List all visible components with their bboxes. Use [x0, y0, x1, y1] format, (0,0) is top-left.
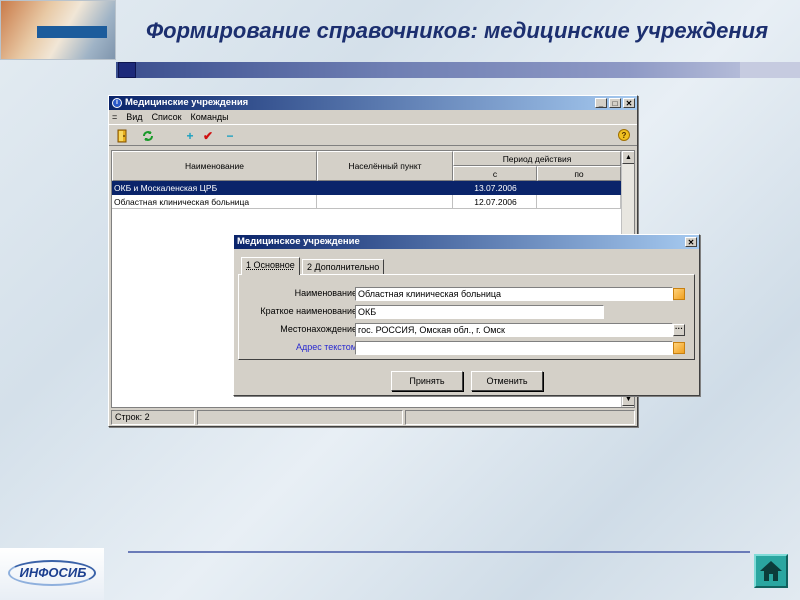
title-accent-bar-tail [740, 62, 800, 78]
address-text-field[interactable] [355, 341, 673, 355]
tab-basic[interactable]: 1 Основное [241, 257, 300, 275]
close-button[interactable]: ✕ [623, 98, 635, 108]
row-count-status: Строк: 2 [111, 410, 195, 425]
door-exit-icon[interactable] [115, 129, 129, 143]
dialog-title: Медицинское учреждение [237, 236, 360, 247]
tab-basic-label: 1 Основное [246, 260, 295, 270]
main-window-titlebar[interactable]: i Медицинские учреждения _ □ ✕ [109, 96, 637, 110]
column-header-name[interactable]: Наименование [112, 151, 317, 181]
status-panel-3 [405, 410, 635, 425]
scroll-up-button[interactable]: ▲ [622, 151, 634, 164]
name-field[interactable]: Областная клиническая больница [355, 287, 673, 301]
main-window-title: Медицинские учреждения [125, 97, 249, 108]
table-row[interactable]: ОКБ и Москаленская ЦРБ 13.07.2006 [112, 181, 621, 195]
institution-dialog: Медицинское учреждение ✕ 1 Основное 2 До… [233, 234, 700, 396]
logo-badge [37, 26, 107, 38]
tab-additional-label: 2 Дополнительно [307, 262, 380, 272]
location-field[interactable]: гос. РОССИЯ, Омская обл., г. Омск [355, 323, 673, 337]
slide-title: Формирование справочников: медицинские у… [146, 18, 769, 43]
column-header-locality[interactable]: Населённый пункт [317, 151, 453, 181]
refresh-icon[interactable] [141, 129, 155, 143]
footer-divider [128, 551, 750, 553]
dialog-titlebar[interactable]: Медицинское учреждение ✕ [234, 235, 699, 249]
logo-text: ИНФОСИБ [19, 565, 87, 580]
help-icon[interactable]: ? [617, 129, 631, 143]
accept-button[interactable]: Принять [391, 371, 463, 391]
cell-from: 13.07.2006 [453, 181, 537, 195]
maximize-button[interactable]: □ [609, 98, 621, 108]
column-header-period[interactable]: Период действия [453, 151, 621, 166]
header-logo-image [0, 0, 116, 60]
table-row[interactable]: Областная клиническая больница 12.07.200… [112, 195, 621, 209]
title-accent-bar [116, 62, 800, 78]
logo-fine-print [4, 42, 114, 58]
cell-from: 12.07.2006 [453, 195, 537, 209]
short-name-field[interactable]: ОКБ [355, 305, 604, 319]
svg-text:?: ? [622, 131, 627, 140]
menu-view[interactable]: Вид [126, 110, 142, 124]
name-lookup-button[interactable] [673, 288, 685, 300]
tab-additional[interactable]: 2 Дополнительно [302, 259, 385, 275]
cell-locality [317, 195, 453, 209]
system-menu-icon[interactable]: = [112, 110, 117, 124]
toolbar: + ✔ − ? [109, 124, 637, 146]
cell-to [537, 181, 621, 195]
tab-panel-basic: Наименование Областная клиническая больн… [238, 274, 695, 360]
cancel-button[interactable]: Отменить [471, 371, 543, 391]
status-panel-2 [197, 410, 403, 425]
home-icon [760, 561, 782, 581]
remove-icon[interactable]: − [223, 129, 237, 143]
field-label-location: Местонахождение [280, 324, 357, 334]
status-bar: Строк: 2 [111, 410, 635, 425]
cell-locality [317, 181, 453, 195]
cell-name: ОКБ и Москаленская ЦРБ [112, 181, 317, 195]
cell-name: Областная клиническая больница [112, 195, 317, 209]
menu-bar: = Вид Список Команды [109, 110, 637, 124]
address-lookup-button[interactable] [673, 342, 685, 354]
column-header-to[interactable]: по [537, 166, 621, 181]
info-icon: i [112, 98, 122, 108]
location-browse-button[interactable]: ··· [673, 324, 685, 336]
home-button[interactable] [754, 554, 788, 588]
add-icon[interactable]: + [183, 129, 197, 143]
column-header-from[interactable]: с [453, 166, 537, 181]
menu-commands[interactable]: Команды [191, 110, 229, 124]
title-accent-square [118, 62, 136, 78]
infosib-logo: ИНФОСИБ [0, 548, 104, 600]
cell-to [537, 195, 621, 209]
dialog-close-button[interactable]: ✕ [685, 237, 697, 247]
field-label-address-text[interactable]: Адрес текстом [237, 341, 357, 353]
menu-list[interactable]: Список [152, 110, 182, 124]
field-label-short-name: Краткое наименование [260, 306, 357, 316]
minimize-button[interactable]: _ [595, 98, 607, 108]
check-icon[interactable]: ✔ [201, 129, 215, 143]
field-label-name: Наименование [294, 288, 357, 298]
